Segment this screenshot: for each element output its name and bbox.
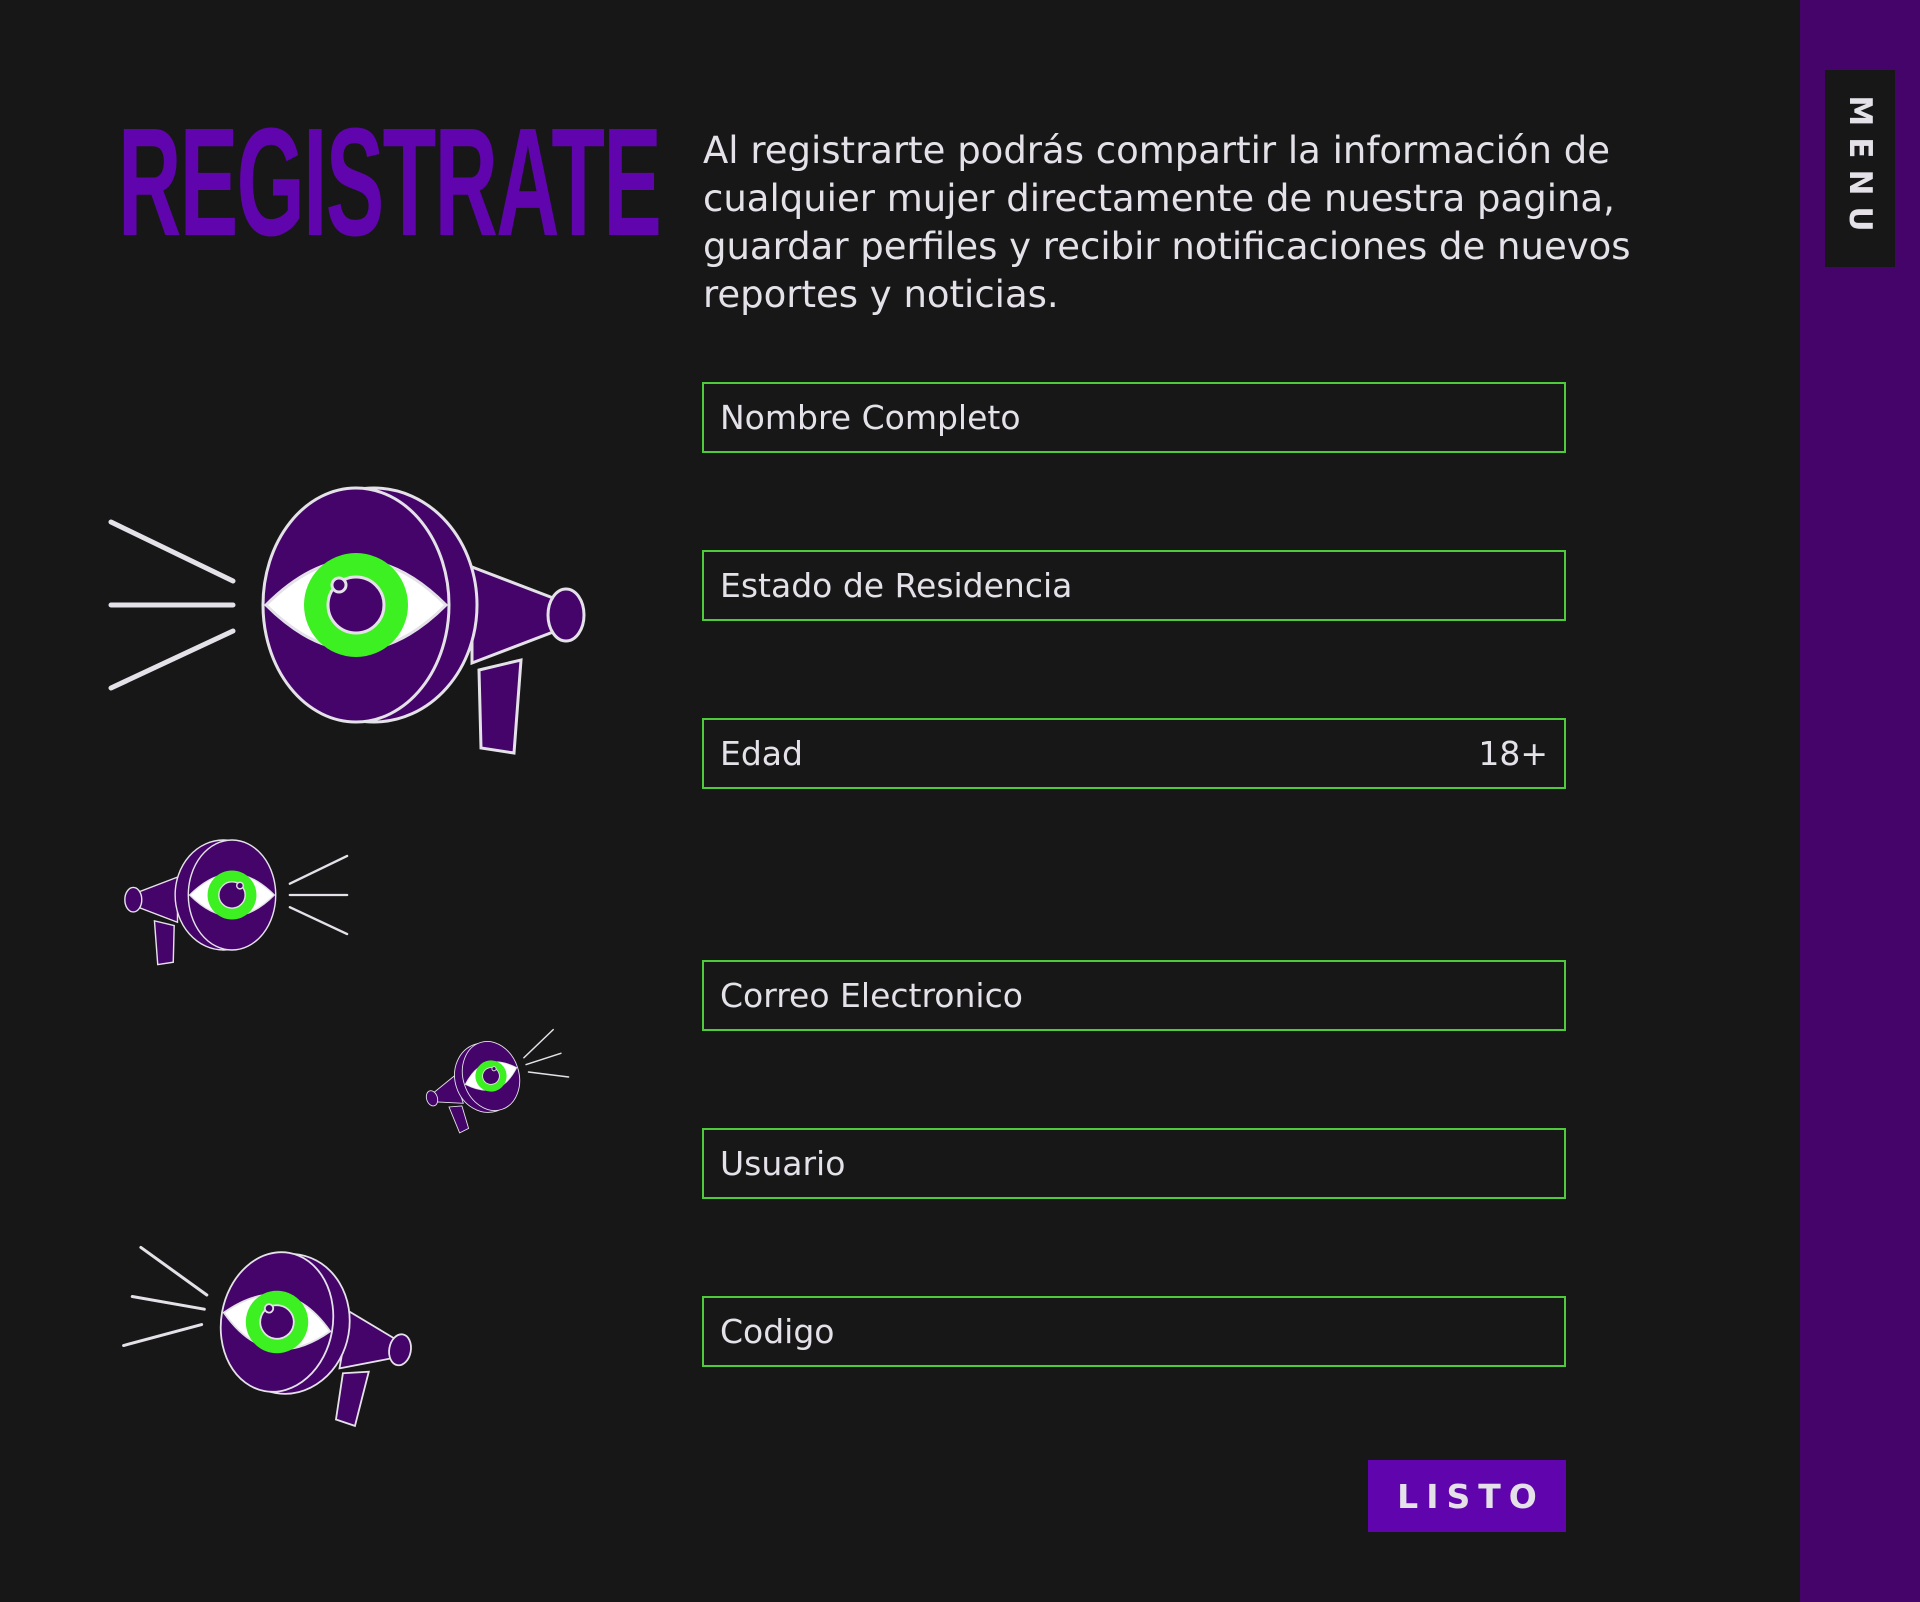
sidebar: MENU <box>1800 0 1920 1602</box>
page-title: REGISTRATE <box>118 96 662 268</box>
email-label: Correo Electronico <box>720 976 1023 1015</box>
submit-label: LISTO <box>1397 1476 1545 1516</box>
megaphone-eye-icon <box>111 488 584 753</box>
state-of-residence-field[interactable]: Estado de Residencia <box>702 550 1566 621</box>
username-label: Usuario <box>720 1144 846 1183</box>
username-field[interactable]: Usuario <box>702 1128 1566 1199</box>
megaphone-eye-icon <box>115 1225 426 1435</box>
age-field[interactable]: Edad 18+ <box>702 718 1566 789</box>
state-of-residence-label: Estado de Residencia <box>720 566 1073 605</box>
age-label: Edad <box>720 734 803 773</box>
intro-text: Al registrarte podrás compartir la infor… <box>703 129 1631 316</box>
full-name-field[interactable]: Nombre Completo <box>702 382 1566 453</box>
email-field[interactable]: Correo Electronico <box>702 960 1566 1031</box>
code-field[interactable]: Codigo <box>702 1296 1566 1367</box>
age-hint: 18+ <box>1478 734 1548 773</box>
full-name-label: Nombre Completo <box>720 398 1021 437</box>
menu-label: MENU <box>1842 94 1878 243</box>
code-label: Codigo <box>720 1312 835 1351</box>
megaphone-eye-icon <box>123 838 349 966</box>
megaphone-eye-icon <box>414 1019 576 1141</box>
submit-button[interactable]: LISTO <box>1368 1460 1566 1532</box>
menu-button[interactable]: MENU <box>1825 70 1895 267</box>
